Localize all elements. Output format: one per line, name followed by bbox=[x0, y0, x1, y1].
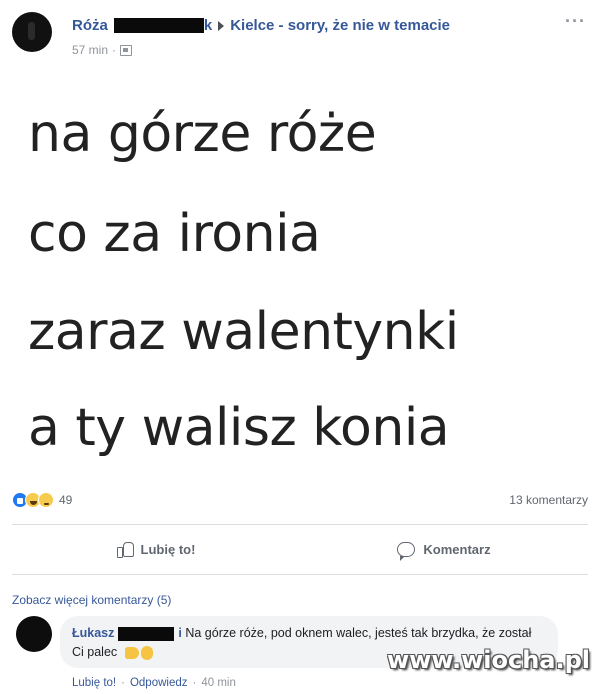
reaction-count[interactable]: 49 bbox=[59, 493, 72, 507]
comment-like-link[interactable]: Lubię to! bbox=[72, 677, 116, 689]
post-header-line: Róża k Kielce - sorry, że nie w temacie bbox=[72, 17, 450, 34]
comment-time[interactable]: 40 min bbox=[201, 677, 236, 689]
author-avatar[interactable] bbox=[12, 12, 52, 52]
comment-author-name[interactable]: Łukasz bbox=[72, 626, 114, 640]
site-watermark: www.wiocha.pl bbox=[386, 646, 590, 674]
group-name-link[interactable]: Kielce - sorry, że nie w temacie bbox=[230, 17, 450, 34]
arrow-right-icon bbox=[218, 20, 225, 31]
comment-bubble-icon bbox=[397, 541, 416, 561]
image-text-line: a ty walisz konia bbox=[28, 398, 450, 458]
ok-hand-emoji-icon bbox=[140, 645, 153, 660]
comment-button[interactable]: Komentarz bbox=[300, 533, 588, 565]
post-header: Róża k Kielce - sorry, że nie w temacie … bbox=[0, 0, 600, 78]
like-button-label: Lubię to! bbox=[140, 541, 196, 557]
redacted-surname bbox=[113, 18, 204, 33]
post-action-bar: Lubię to! Komentarz bbox=[12, 527, 588, 571]
commenter-avatar[interactable] bbox=[16, 616, 52, 652]
more-options-icon[interactable]: ··· bbox=[565, 12, 586, 30]
thumbs-up-icon bbox=[116, 541, 134, 558]
reactions-summary: 49 13 komentarzy bbox=[12, 486, 588, 514]
sad-reaction-icon bbox=[38, 492, 54, 508]
like-button[interactable]: Lubię to! bbox=[12, 533, 300, 565]
divider bbox=[12, 574, 588, 575]
comment-button-label: Komentarz bbox=[423, 541, 491, 557]
comment-reply-link[interactable]: Odpowiedz bbox=[130, 677, 188, 689]
image-text-line: na górze róże bbox=[28, 104, 377, 164]
comment-actions-separator: · bbox=[121, 677, 125, 689]
comment-author-tail[interactable]: i bbox=[178, 626, 181, 640]
view-more-comments-link[interactable]: Zobacz więcej komentarzy (5) bbox=[12, 593, 171, 607]
comment-count-link[interactable]: 13 komentarzy bbox=[509, 493, 588, 507]
image-text-line: co za ironia bbox=[28, 204, 321, 264]
pointing-hand-emoji-icon bbox=[124, 646, 139, 659]
comment-actions-separator: · bbox=[192, 677, 197, 689]
author-name-tail[interactable]: k bbox=[204, 17, 212, 34]
redacted-surname bbox=[118, 626, 175, 641]
reaction-icons[interactable]: 49 bbox=[12, 492, 72, 508]
comment-actions: Lubię to! · Odpowiedz · 40 min bbox=[72, 677, 236, 689]
post-meta: 57 min · bbox=[72, 43, 133, 57]
post-time[interactable]: 57 min bbox=[72, 43, 108, 57]
image-text-line: zaraz walentynki bbox=[28, 302, 459, 362]
post-image[interactable]: na górze róże co za ironia zaraz walenty… bbox=[0, 80, 600, 478]
author-name[interactable]: Róża bbox=[72, 17, 108, 34]
meta-separator: · bbox=[112, 43, 117, 57]
divider bbox=[12, 524, 588, 525]
group-privacy-icon[interactable] bbox=[120, 44, 133, 56]
